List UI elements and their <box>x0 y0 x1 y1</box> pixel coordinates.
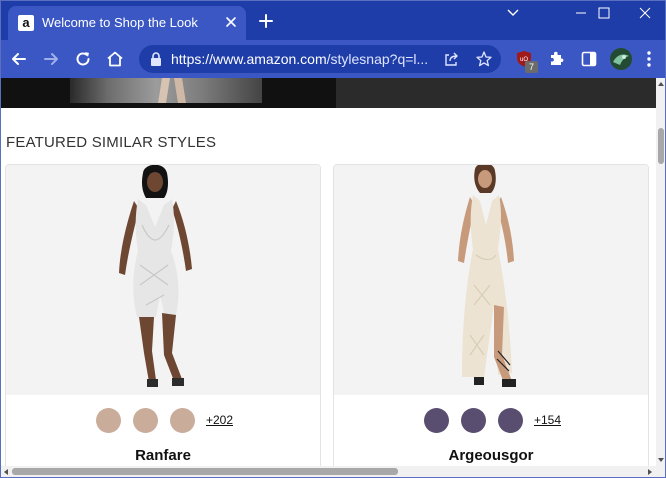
kebab-menu-icon[interactable] <box>646 50 652 68</box>
plus-icon[interactable] <box>257 12 275 30</box>
url-text[interactable]: https://www.amazon.com/stylesnap?q=l... <box>171 51 439 67</box>
color-swatch[interactable] <box>461 408 486 433</box>
color-swatch[interactable] <box>498 408 523 433</box>
star-icon[interactable] <box>475 50 493 68</box>
url-host: https://www.amazon.com <box>171 51 327 67</box>
color-swatch[interactable] <box>424 408 449 433</box>
lock-icon[interactable] <box>150 52 162 66</box>
reload-icon[interactable] <box>73 49 93 69</box>
product-card[interactable]: +202 Ranfare <box>5 164 321 466</box>
horizontal-scrollbar[interactable] <box>0 466 666 478</box>
product-image[interactable] <box>334 165 648 395</box>
dress-model-image <box>119 165 192 387</box>
dress-model-image <box>458 165 516 387</box>
hero-legs-image <box>158 78 186 103</box>
more-colors-link[interactable]: +202 <box>206 413 233 427</box>
maximize-icon[interactable] <box>582 2 626 24</box>
profile-avatar[interactable] <box>610 48 632 70</box>
scroll-down-icon[interactable] <box>657 456 665 464</box>
scroll-right-icon[interactable] <box>646 468 654 476</box>
color-swatch[interactable] <box>170 408 195 433</box>
address-bar[interactable]: https://www.amazon.com/stylesnap?q=l... <box>139 45 501 73</box>
hero-photo[interactable] <box>70 78 262 103</box>
hero-image-strip <box>0 78 656 108</box>
section-title: FEATURED SIMILAR STYLES <box>6 134 217 151</box>
color-swatch[interactable] <box>96 408 121 433</box>
scroll-up-icon[interactable] <box>657 80 665 88</box>
product-card[interactable]: +154 Argeousgor <box>333 164 649 466</box>
scroll-left-icon[interactable] <box>2 468 10 476</box>
vertical-scrollbar[interactable] <box>656 78 666 466</box>
tab-title: Welcome to Shop the Look <box>42 15 198 30</box>
more-colors-link[interactable]: +154 <box>534 413 561 427</box>
extension-badge: 7 <box>525 61 538 73</box>
active-tab[interactable]: a Welcome to Shop the Look <box>8 6 246 40</box>
profile-avatar-image <box>610 48 632 70</box>
side-panel-icon[interactable] <box>581 51 597 67</box>
window-close-icon[interactable] <box>623 2 666 24</box>
page-viewport: FEATURED SIMILAR STYLES +202 Ranfare +15… <box>0 78 656 466</box>
product-image[interactable] <box>6 165 320 395</box>
close-icon[interactable] <box>223 14 239 30</box>
chevron-down-icon[interactable] <box>505 6 521 18</box>
horizontal-scroll-thumb[interactable] <box>12 468 398 475</box>
forward-arrow-icon[interactable] <box>41 49 61 69</box>
amazon-favicon: a <box>18 15 34 31</box>
color-swatch[interactable] <box>133 408 158 433</box>
home-icon[interactable] <box>105 49 125 69</box>
share-icon[interactable] <box>443 51 459 67</box>
product-brand[interactable]: Argeousgor <box>334 447 648 464</box>
tab-strip: a Welcome to Shop the Look <box>0 0 666 40</box>
hero-side-panel <box>336 78 656 108</box>
vertical-scroll-thumb[interactable] <box>658 128 664 164</box>
back-arrow-icon[interactable] <box>9 49 29 69</box>
puzzle-icon[interactable] <box>548 50 565 67</box>
browser-toolbar: https://www.amazon.com/stylesnap?q=l... … <box>0 40 666 78</box>
product-brand[interactable]: Ranfare <box>6 447 320 464</box>
url-path: /stylesnap?q=l... <box>326 51 429 67</box>
